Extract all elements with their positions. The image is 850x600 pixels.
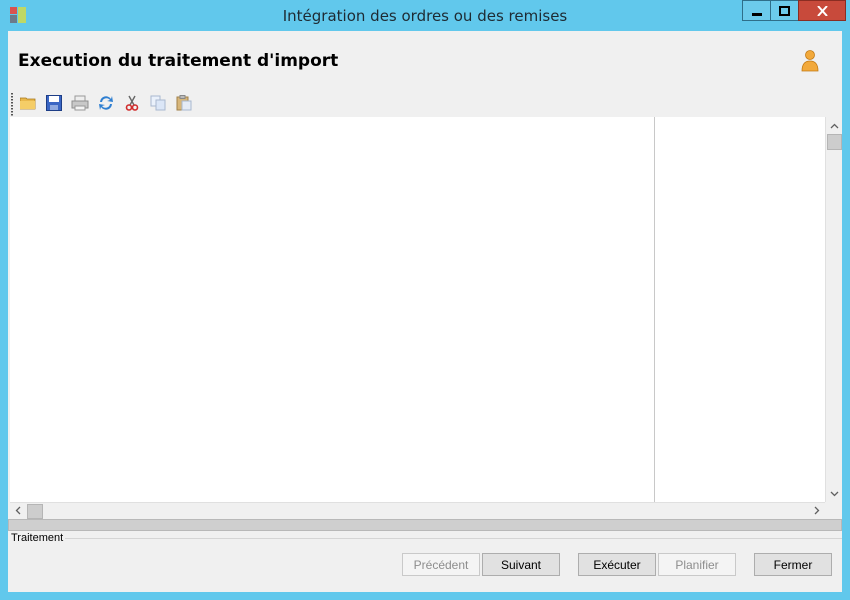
panel-splitter[interactable] (654, 117, 655, 502)
title-bar[interactable]: Intégration des ordres ou des remises (0, 0, 850, 30)
scroll-left-button[interactable] (10, 503, 26, 519)
application-window: Intégration des ordres ou des remises Ex… (0, 0, 850, 600)
vertical-scroll-thumb[interactable] (827, 134, 842, 150)
user-icon[interactable] (800, 50, 820, 72)
chevron-up-icon (830, 118, 839, 132)
cut-button[interactable] (122, 94, 142, 114)
vertical-scrollbar[interactable] (825, 117, 842, 502)
toolbar (11, 91, 211, 117)
minimize-button[interactable] (742, 0, 771, 21)
maximize-icon (779, 5, 790, 16)
toolbar-grip[interactable] (11, 93, 13, 117)
maximize-button[interactable] (770, 0, 799, 21)
chevron-left-icon (15, 504, 21, 518)
minimize-icon (751, 6, 762, 16)
progress-bar (8, 519, 842, 531)
close-window-button[interactable] (798, 0, 846, 21)
window-title: Intégration des ordres ou des remises (282, 7, 568, 25)
scrollbar-corner (825, 502, 842, 519)
previous-button[interactable]: Précédent (402, 553, 480, 576)
next-button[interactable]: Suivant (482, 553, 560, 576)
scroll-up-button[interactable] (826, 117, 842, 133)
content-panel[interactable] (10, 117, 842, 519)
group-separator (64, 538, 842, 539)
cut-icon (124, 95, 140, 114)
print-button[interactable] (70, 94, 90, 114)
paste-icon (176, 94, 192, 114)
schedule-button[interactable]: Planifier (658, 553, 736, 576)
copy-button[interactable] (148, 94, 168, 114)
paste-button[interactable] (174, 94, 194, 114)
open-folder-button[interactable] (18, 94, 38, 114)
scroll-right-button[interactable] (809, 503, 825, 519)
chevron-right-icon (814, 504, 820, 518)
open-folder-icon (19, 96, 36, 113)
print-icon (71, 95, 89, 114)
scroll-down-button[interactable] (826, 485, 842, 501)
group-label: Traitement (11, 532, 66, 544)
chevron-down-icon (830, 486, 839, 500)
close-button[interactable]: Fermer (754, 553, 832, 576)
copy-icon (150, 95, 166, 114)
save-icon (46, 94, 62, 114)
execute-button[interactable]: Exécuter (578, 553, 656, 576)
refresh-icon (98, 95, 114, 114)
save-button[interactable] (44, 94, 64, 114)
client-area: Execution du traitement d'import Traitem… (8, 31, 842, 592)
horizontal-scrollbar[interactable] (10, 502, 825, 519)
page-title: Execution du traitement d'import (18, 51, 339, 71)
horizontal-scroll-thumb[interactable] (27, 504, 43, 519)
refresh-button[interactable] (96, 94, 116, 114)
close-icon (816, 5, 828, 16)
